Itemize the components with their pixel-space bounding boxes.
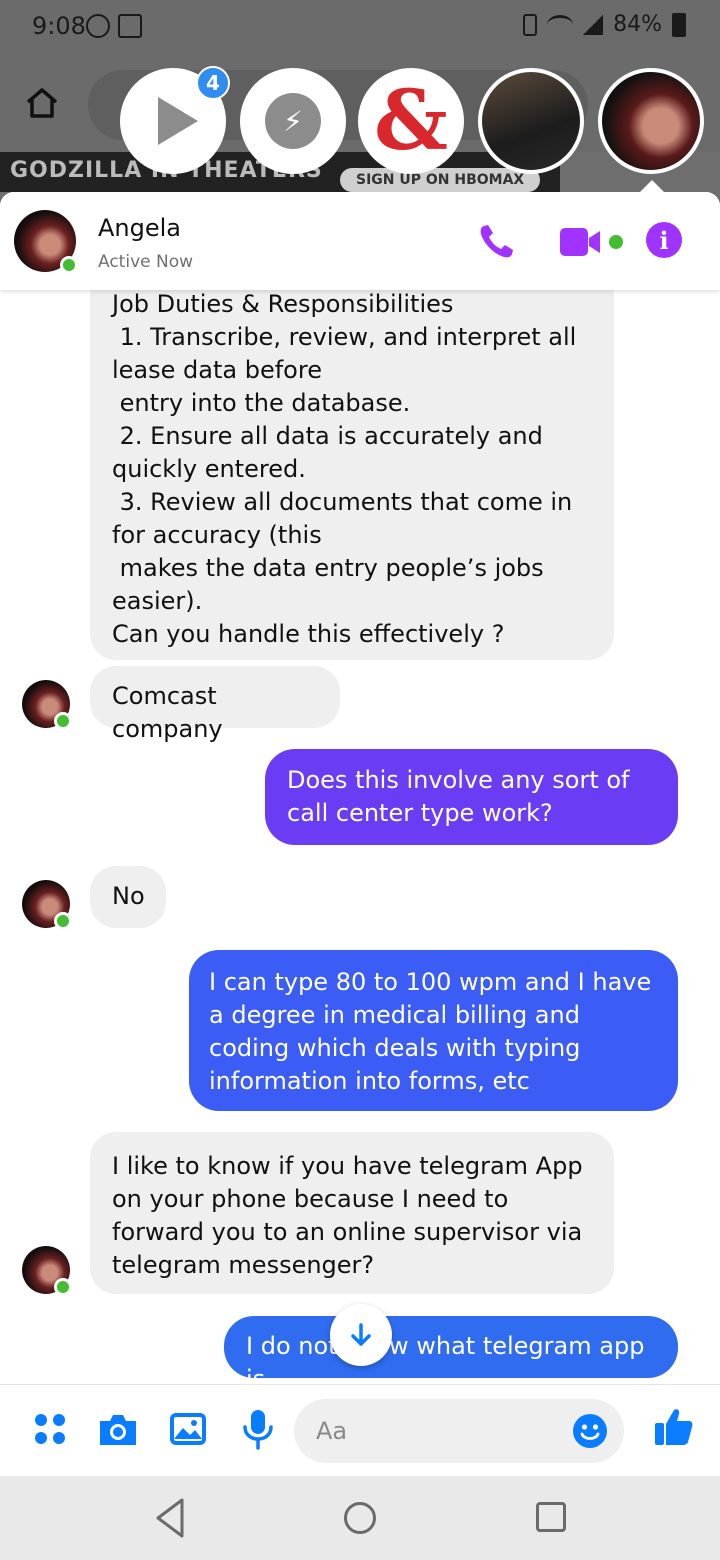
ampersand-logo-icon: & — [373, 73, 449, 169]
message-text: I can type 80 to 100 wpm and I have a de… — [209, 968, 659, 1095]
gallery-notification-icon — [118, 14, 142, 38]
online-indicator — [54, 712, 72, 730]
online-indicator — [60, 256, 78, 274]
message-input-container — [294, 1399, 624, 1463]
messenger-icon: ⚡ — [265, 93, 321, 149]
camera-icon[interactable] — [96, 1407, 140, 1451]
home-icon[interactable] — [24, 86, 60, 120]
arrow-down-icon — [351, 1323, 371, 1346]
phone-icon[interactable] — [476, 222, 516, 262]
battery-icon — [672, 12, 686, 37]
gallery-icon[interactable] — [166, 1407, 210, 1451]
home-nav-icon[interactable] — [344, 1502, 376, 1534]
message-text: I like to know if you have telegram App … — [112, 1152, 591, 1279]
message-text: No — [112, 882, 145, 910]
message-text: Does this involve any sort of call cente… — [287, 766, 638, 827]
banner-cta-button[interactable]: SIGN UP ON HBOMAX — [340, 168, 541, 192]
message-sent[interactable]: I do not know what telegram app is — [224, 1316, 678, 1393]
contact-status: Active Now — [98, 252, 194, 272]
message-composer — [0, 1384, 720, 1476]
status-indicators: 84% — [523, 12, 686, 37]
message-sent[interactable]: I can type 80 to 100 wpm and I have a de… — [189, 950, 678, 1111]
message-text: Job Duties & Responsibilities 1. Transcr… — [112, 290, 577, 648]
message-input[interactable] — [316, 1413, 556, 1449]
wifi-icon — [547, 14, 574, 35]
sender-avatar[interactable] — [22, 1246, 72, 1296]
apps-icon[interactable] — [28, 1407, 72, 1451]
contact-name[interactable]: Angela — [98, 214, 181, 242]
unread-badge: 4 — [196, 66, 230, 100]
chat-head-angela[interactable] — [598, 68, 704, 174]
recents-icon[interactable] — [536, 1502, 566, 1532]
scroll-to-bottom-button[interactable] — [330, 1304, 392, 1366]
chat-header: Angela Active Now i — [0, 192, 720, 290]
play-icon — [158, 97, 198, 145]
status-time: 9:08 — [32, 12, 86, 40]
info-icon[interactable]: i — [646, 222, 682, 258]
message-received[interactable]: Job Duties & Responsibilities 1. Transcr… — [90, 270, 614, 660]
video-icon[interactable] — [558, 222, 628, 262]
chat-head-dnd-logo[interactable]: & — [358, 68, 464, 174]
mic-icon[interactable] — [236, 1407, 280, 1451]
chat-head-couple[interactable] — [478, 68, 584, 174]
battery-percent: 84% — [613, 12, 662, 37]
online-indicator — [54, 1278, 72, 1296]
chat-head-messenger[interactable]: ⚡ — [240, 68, 346, 174]
signal-icon — [583, 14, 604, 35]
messenger-notification-icon — [86, 14, 110, 38]
message-sent[interactable]: Does this involve any sort of call cente… — [265, 749, 678, 845]
contact-avatar[interactable] — [14, 210, 78, 274]
status-bar: 9:08 84% — [0, 0, 720, 56]
like-icon[interactable] — [652, 1405, 696, 1449]
message-received[interactable]: No — [90, 866, 166, 928]
chat-window: Angela Active Now i Job Duties & Respons… — [0, 192, 720, 1476]
active-head-pointer — [640, 180, 664, 192]
online-indicator — [54, 912, 72, 930]
sender-avatar[interactable] — [22, 680, 72, 730]
emoji-icon[interactable] — [572, 1413, 608, 1449]
message-received[interactable]: Comcast company — [90, 666, 340, 743]
back-icon[interactable] — [152, 1496, 188, 1540]
sender-avatar[interactable] — [22, 880, 72, 930]
vibrate-icon — [523, 13, 538, 36]
message-received[interactable]: I like to know if you have telegram App … — [90, 1132, 614, 1294]
system-nav-bar — [0, 1476, 720, 1560]
message-text: Comcast company — [112, 682, 225, 743]
notification-icons — [86, 14, 142, 38]
